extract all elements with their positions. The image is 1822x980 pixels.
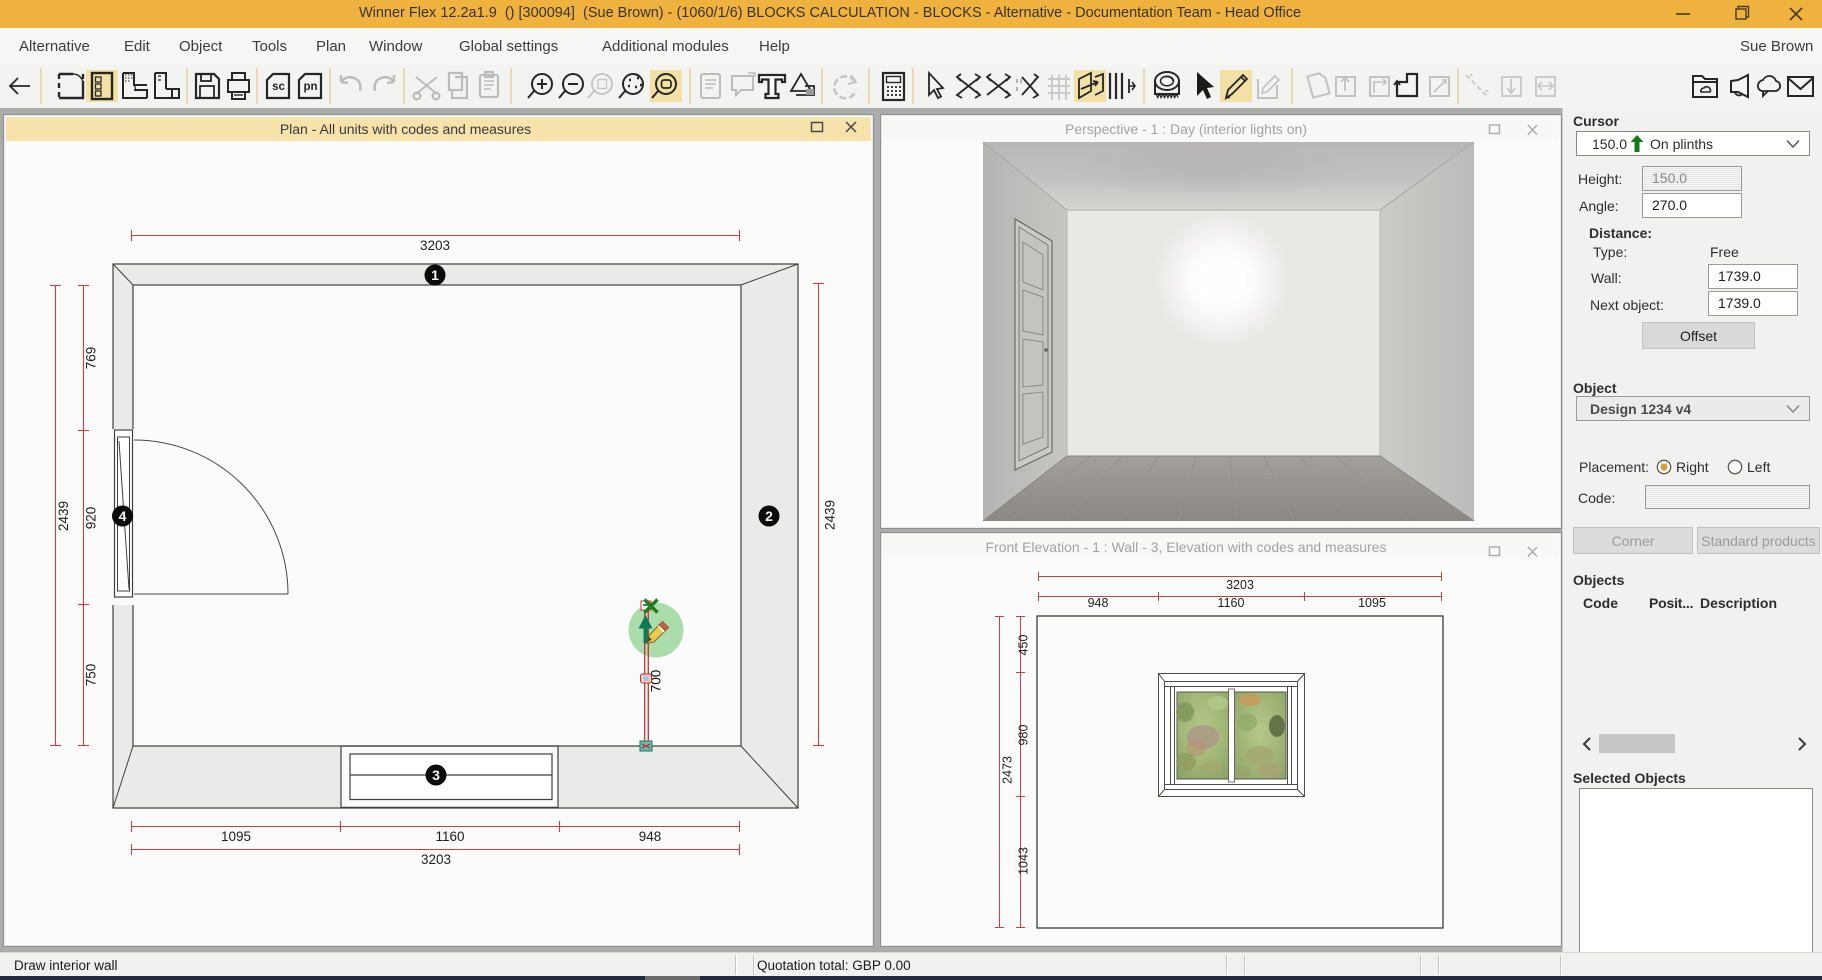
svg-text:769: 769: [84, 347, 99, 370]
svg-text:1: 1: [431, 267, 439, 283]
svg-text:2: 2: [765, 508, 773, 524]
svg-text:948: 948: [1088, 596, 1109, 610]
svg-text:2473: 2473: [1001, 756, 1015, 784]
svg-text:1160: 1160: [435, 829, 464, 844]
svg-text:sc: sc: [272, 81, 285, 93]
svg-text:980: 980: [1017, 725, 1031, 746]
svg-text:948: 948: [639, 829, 662, 844]
svg-text:4: 4: [119, 508, 127, 524]
svg-text:920: 920: [84, 507, 99, 530]
svg-text:1095: 1095: [1358, 596, 1386, 610]
svg-text:450: 450: [1017, 635, 1031, 656]
svg-text:3203: 3203: [1226, 578, 1254, 592]
svg-text:750: 750: [84, 664, 99, 687]
svg-text:pn: pn: [303, 81, 317, 93]
svg-text:1043: 1043: [1017, 847, 1031, 875]
svg-text:3203: 3203: [421, 852, 451, 867]
svg-text:3: 3: [432, 767, 440, 783]
svg-text:2439: 2439: [823, 500, 838, 530]
svg-text:1160: 1160: [1218, 596, 1245, 610]
svg-text:3203: 3203: [420, 238, 450, 253]
svg-text:1095: 1095: [221, 829, 251, 844]
svg-text:2439: 2439: [56, 501, 71, 531]
